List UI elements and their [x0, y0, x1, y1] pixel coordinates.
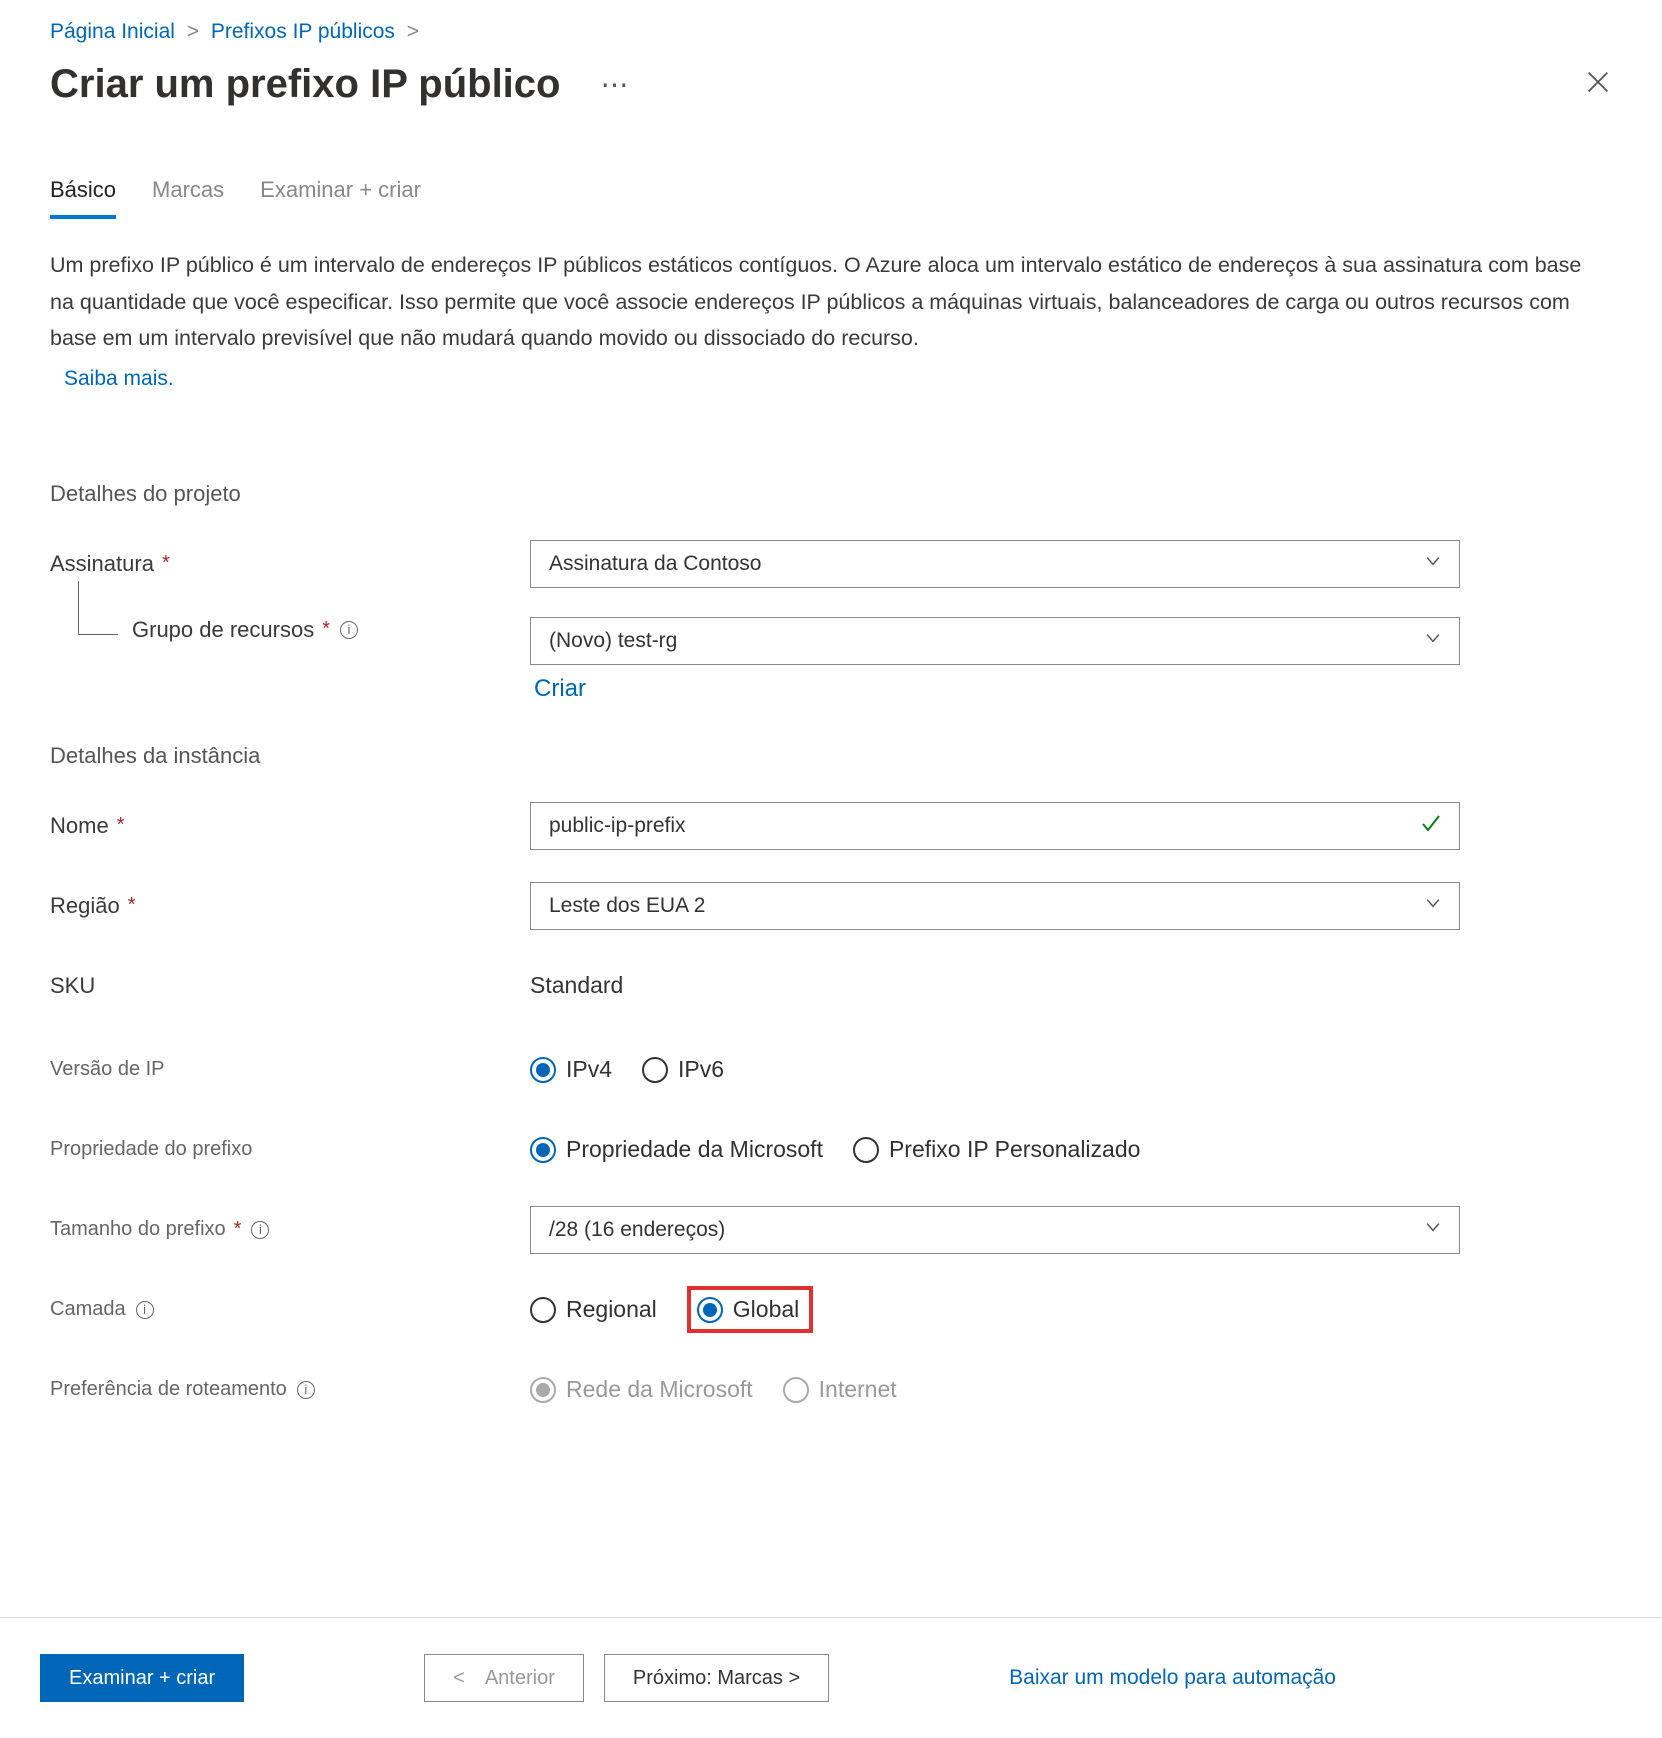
sku-value: Standard	[530, 972, 1460, 999]
info-icon[interactable]: i	[251, 1221, 269, 1239]
label-prefix-size: Tamanho do prefixo* i	[50, 1218, 530, 1241]
close-icon[interactable]	[1584, 68, 1612, 102]
more-menu-icon[interactable]: ⋯	[600, 68, 630, 101]
radio-internet: Internet	[783, 1376, 897, 1403]
highlight-global-tier: Global	[687, 1286, 813, 1333]
previous-button[interactable]: < Anterior	[424, 1654, 584, 1702]
page-title: Criar um prefixo IP público	[50, 62, 560, 107]
prefix-size-value: /28 (16 endereços)	[549, 1218, 725, 1242]
label-subscription: Assinatura*	[50, 551, 530, 577]
create-new-resource-group-link[interactable]: Criar	[534, 675, 1460, 703]
breadcrumb-prefixes[interactable]: Prefixos IP públicos	[211, 20, 395, 43]
breadcrumb-separator: >	[407, 20, 419, 43]
label-routing-preference: Preferência de roteamento i	[50, 1378, 530, 1401]
name-input[interactable]: public-ip-prefix	[530, 802, 1460, 850]
label-tier: Camada i	[50, 1298, 530, 1321]
footer-bar: Examinar + criar < Anterior Próximo: Mar…	[0, 1617, 1662, 1738]
radio-microsoft-owned[interactable]: Propriedade da Microsoft	[530, 1136, 823, 1163]
tab-review-create[interactable]: Examinar + criar	[260, 177, 421, 219]
section-project-details: Detalhes do projeto	[50, 481, 1612, 507]
chevron-down-icon	[1423, 551, 1443, 577]
chevron-down-icon	[1423, 893, 1443, 919]
resource-group-select[interactable]: (Novo) test-rg	[530, 617, 1460, 665]
description-text: Um prefixo IP público é um intervalo de …	[50, 247, 1600, 357]
radio-custom-prefix[interactable]: Prefixo IP Personalizado	[853, 1136, 1140, 1163]
breadcrumb: Página Inicial > Prefixos IP públicos >	[50, 20, 1612, 44]
label-prefix-ownership: Propriedade do prefixo	[50, 1138, 530, 1161]
resource-group-value: (Novo) test-rg	[549, 629, 677, 653]
label-sku: SKU	[50, 973, 530, 999]
info-icon[interactable]: i	[136, 1301, 154, 1319]
breadcrumb-separator: >	[187, 20, 199, 43]
breadcrumb-home[interactable]: Página Inicial	[50, 20, 175, 43]
radio-regional[interactable]: Regional	[530, 1296, 657, 1323]
info-icon[interactable]: i	[297, 1381, 315, 1399]
tab-basic[interactable]: Básico	[50, 177, 116, 219]
region-select[interactable]: Leste dos EUA 2	[530, 882, 1460, 930]
tab-tags[interactable]: Marcas	[152, 177, 224, 219]
label-ip-version: Versão de IP	[50, 1058, 530, 1081]
download-template-link[interactable]: Baixar um modelo para automação	[1009, 1666, 1336, 1690]
label-region: Região*	[50, 893, 530, 919]
info-icon[interactable]: i	[340, 621, 358, 639]
label-name: Nome*	[50, 813, 530, 839]
radio-microsoft-network: Rede da Microsoft	[530, 1376, 753, 1403]
next-button[interactable]: Próximo: Marcas >	[604, 1654, 829, 1702]
check-icon	[1419, 811, 1443, 841]
radio-ipv4[interactable]: IPv4	[530, 1056, 612, 1083]
region-value: Leste dos EUA 2	[549, 894, 705, 918]
subscription-value: Assinatura da Contoso	[549, 552, 761, 576]
tab-bar: Básico Marcas Examinar + criar	[50, 177, 1612, 219]
learn-more-link[interactable]: Saiba mais.	[64, 367, 174, 391]
label-resource-group: Grupo de recursos* i	[50, 617, 530, 643]
review-create-button[interactable]: Examinar + criar	[40, 1654, 244, 1702]
prefix-size-select[interactable]: /28 (16 endereços)	[530, 1206, 1460, 1254]
chevron-down-icon	[1423, 1217, 1443, 1243]
radio-ipv6[interactable]: IPv6	[642, 1056, 724, 1083]
section-instance-details: Detalhes da instância	[50, 743, 1612, 769]
name-value: public-ip-prefix	[549, 814, 686, 838]
subscription-select[interactable]: Assinatura da Contoso	[530, 540, 1460, 588]
radio-global[interactable]: Global	[697, 1296, 799, 1323]
chevron-down-icon	[1423, 628, 1443, 654]
